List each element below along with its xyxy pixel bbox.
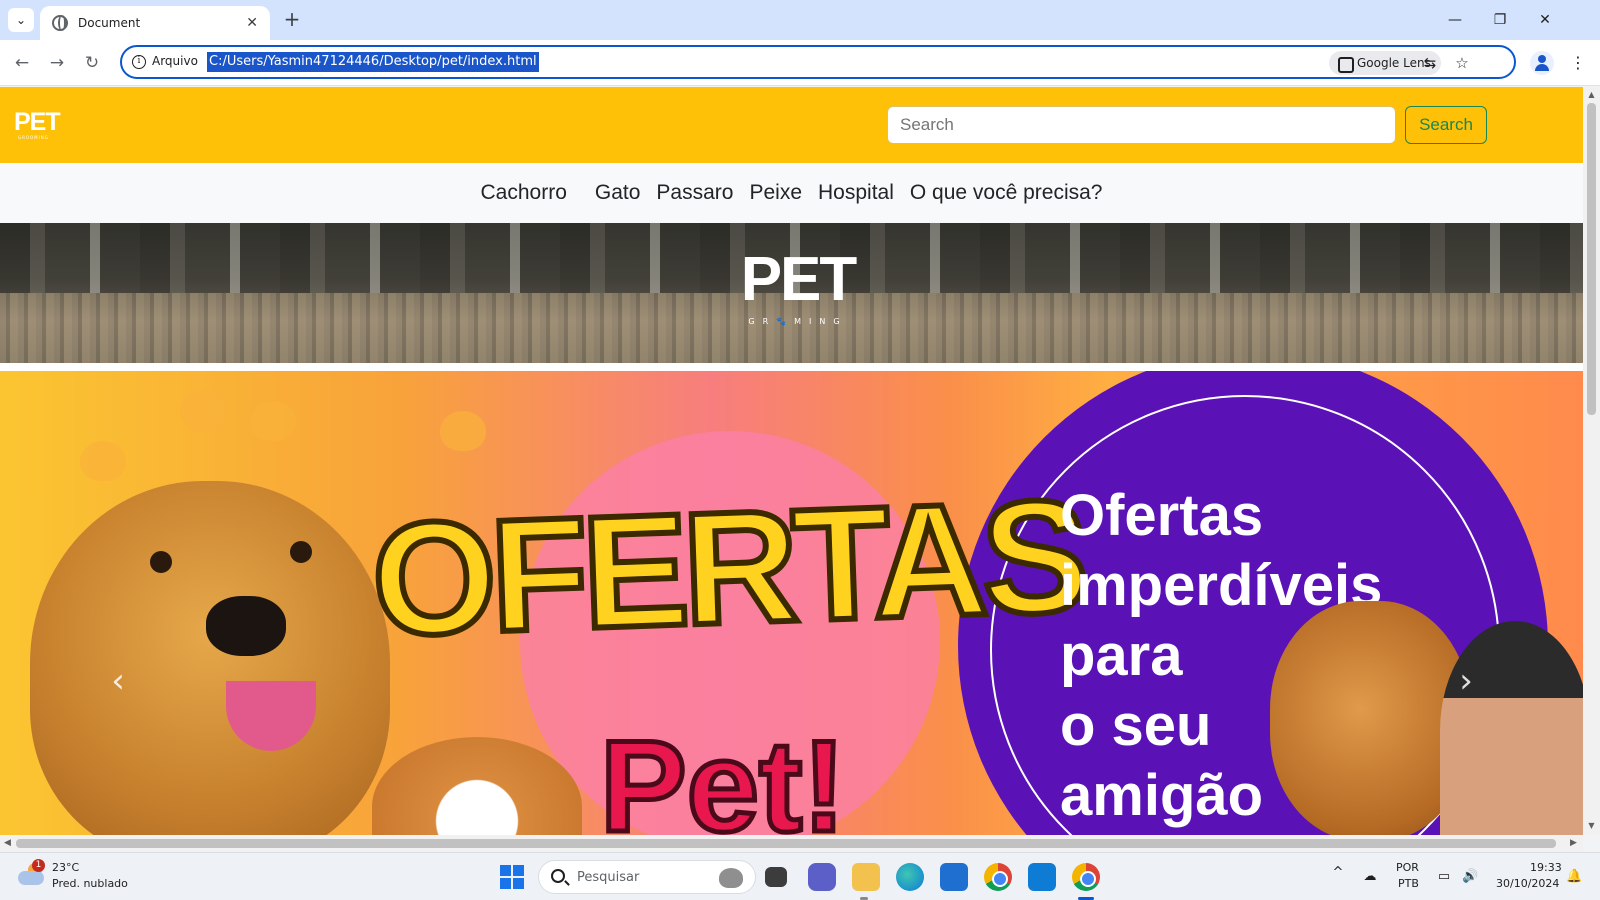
scroll-down-icon[interactable]: ▼ — [1587, 821, 1596, 831]
taskbar-search-label: Pesquisar — [577, 870, 640, 885]
corgi-image — [372, 737, 582, 835]
search-input[interactable] — [887, 106, 1396, 144]
carousel-next-icon[interactable]: › — [1446, 661, 1486, 701]
horizontal-scrollbar[interactable]: ◀ ▶ — [0, 835, 1583, 852]
cloud-icon — [18, 871, 44, 885]
nav-link-peixe[interactable]: Peixe — [749, 181, 802, 205]
site-logo-brand: PET — [14, 108, 61, 136]
taskbar: 1 23°C Pred. nublado Pesquisar ^ ☁ POR P… — [0, 852, 1600, 900]
scroll-up-icon[interactable]: ▲ — [1587, 90, 1596, 100]
nav-link-passaro[interactable]: Passaro — [656, 181, 733, 205]
scroll-right-icon[interactable]: ▶ — [1570, 838, 1577, 848]
restore-button[interactable]: ❐ — [1485, 8, 1515, 32]
golden-retriever-image — [30, 481, 390, 835]
menu-dots-icon[interactable]: ⋮ — [1568, 51, 1588, 75]
cloud-offline-icon[interactable]: ☁ — [1362, 869, 1378, 885]
minimize-button[interactable]: — — [1440, 8, 1470, 32]
profile-icon[interactable] — [1530, 51, 1554, 75]
new-tab-button[interactable]: + — [280, 9, 304, 31]
tray-lang-1[interactable]: POR — [1396, 861, 1419, 874]
chrome-icon[interactable] — [984, 863, 1012, 891]
paw-print-icon — [440, 411, 486, 451]
vscode-icon[interactable] — [1028, 863, 1056, 891]
dog-nose — [206, 596, 286, 656]
paw-print-icon — [80, 441, 126, 481]
address-url[interactable]: C:/Users/Yasmin47124446/Desktop/pet/inde… — [207, 52, 539, 72]
browser-toolbar: ← → ↻ i Arquivo C:/Users/Yasmin47124446/… — [0, 40, 1600, 86]
tab-strip: ⌄ Document ✕ + — ❐ ✕ — [0, 0, 1600, 40]
site-nav: Cachorro Gato Passaro Peixe Hospital O q… — [0, 163, 1583, 223]
nav-link-gato[interactable]: Gato — [595, 181, 641, 205]
vertical-scroll-thumb[interactable] — [1587, 103, 1596, 415]
offers-carousel[interactable]: OFERTAS Pet! Ofertas imperdíveis para o … — [0, 371, 1583, 835]
back-button[interactable]: ← — [10, 51, 34, 75]
dog-eye — [290, 541, 312, 563]
paw-print-icon — [180, 391, 226, 431]
promo-line: Ofertas — [1060, 483, 1264, 548]
nav-link-o-que-voce-precisa[interactable]: O que você precisa? — [910, 181, 1103, 205]
clock-date[interactable]: 30/10/2024 — [1496, 877, 1559, 890]
chrome-active-icon[interactable] — [1072, 863, 1100, 891]
forward-button[interactable]: → — [45, 51, 69, 75]
globe-icon — [52, 15, 68, 31]
translate-icon[interactable]: ⇆ — [1420, 53, 1440, 73]
search-icon — [551, 869, 565, 883]
task-view-icon[interactable] — [765, 867, 787, 887]
tab-menu-icon[interactable]: ⌄ — [8, 8, 34, 32]
tray-lang-2[interactable]: PTB — [1398, 877, 1419, 890]
nav-link-hospital[interactable]: Hospital — [818, 181, 894, 205]
carousel-subtitle: Pet! — [598, 711, 849, 836]
woman-image — [1440, 621, 1583, 835]
taskbar-search[interactable]: Pesquisar — [538, 860, 756, 894]
tab-close-icon[interactable]: ✕ — [246, 15, 258, 31]
reload-button[interactable]: ↻ — [80, 51, 104, 75]
nav-link-cachorro[interactable]: Cachorro — [481, 181, 567, 205]
paw-print-icon — [250, 401, 296, 441]
scroll-left-icon[interactable]: ◀ — [4, 838, 11, 848]
volume-icon[interactable]: 🔊 — [1462, 869, 1478, 885]
horizontal-scroll-thumb[interactable] — [16, 839, 1556, 848]
address-scheme-label[interactable]: Arquivo — [152, 54, 198, 68]
hero-logo: PET GR🐾MING — [730, 245, 866, 335]
tab-title: Document — [78, 16, 141, 30]
site-header: PET GROOMING Search — [0, 87, 1583, 163]
file-explorer-icon[interactable] — [852, 863, 880, 891]
hero-logo-brand: PET — [740, 245, 858, 314]
star-icon[interactable]: ☆ — [1452, 53, 1472, 73]
weather-temp[interactable]: 23°C — [52, 861, 79, 874]
page-viewport: PET GROOMING Search Cachorro Gato Passar… — [0, 87, 1583, 835]
teams-icon[interactable] — [808, 863, 836, 891]
tray-chevron-icon[interactable]: ^ — [1330, 865, 1346, 881]
address-bar[interactable]: i Arquivo C:/Users/Yasmin47124446/Deskto… — [120, 45, 1516, 79]
vertical-scrollbar[interactable]: ▲ ▼ — [1583, 87, 1600, 835]
dog-eye — [150, 551, 172, 573]
carousel-title: OFERTAS — [366, 463, 1088, 673]
windows-start-icon[interactable] — [500, 865, 524, 889]
network-icon[interactable]: ▭ — [1436, 869, 1452, 885]
clock-time[interactable]: 19:33 — [1530, 861, 1562, 874]
microsoft-store-icon[interactable] — [940, 863, 968, 891]
search-button[interactable]: Search — [1405, 106, 1487, 144]
search-highlight-icon — [719, 868, 743, 888]
tab-document[interactable]: Document ✕ — [40, 6, 270, 40]
close-window-button[interactable]: ✕ — [1530, 8, 1560, 32]
weather-badge: 1 — [32, 859, 45, 872]
weather-desc[interactable]: Pred. nublado — [52, 877, 128, 890]
carousel-prev-icon[interactable]: ‹ — [98, 661, 138, 701]
hero-logo-sub: GR🐾MING — [748, 317, 848, 326]
site-logo[interactable]: PET GROOMING — [14, 109, 62, 141]
notification-bell-icon[interactable]: 🔔 — [1566, 869, 1582, 885]
dog-tongue — [226, 681, 316, 751]
edge-icon[interactable] — [896, 863, 924, 891]
info-icon[interactable]: i — [132, 55, 146, 69]
